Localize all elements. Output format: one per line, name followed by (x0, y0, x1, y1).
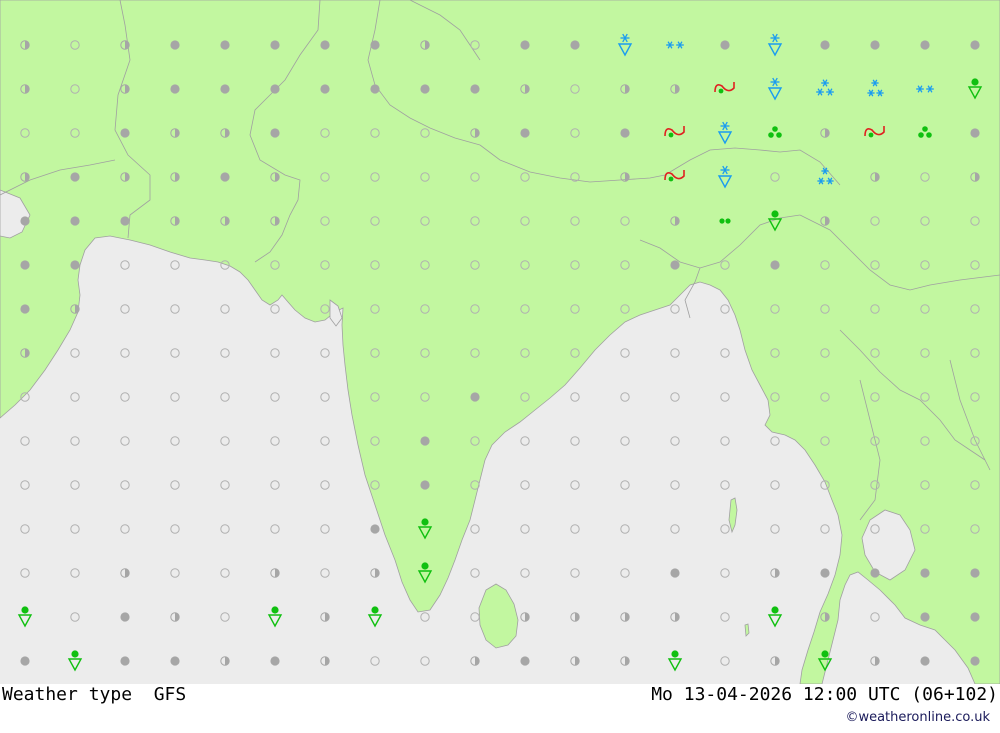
footer-bar: Weather type GFS Mo 13-04-2026 12:00 UTC… (0, 684, 1000, 733)
overcast-symbol (970, 568, 980, 578)
overcast-symbol (120, 216, 130, 226)
overcast-symbol (520, 128, 530, 138)
map-title: Weather type GFS (2, 684, 187, 705)
overcast-symbol (320, 84, 330, 94)
overcast-symbol (570, 40, 580, 50)
overcast-symbol (70, 172, 80, 182)
overcast-symbol (320, 40, 330, 50)
overcast-symbol (20, 656, 30, 666)
overcast-symbol (820, 568, 830, 578)
overcast-symbol (820, 40, 830, 50)
overcast-symbol (220, 84, 230, 94)
overcast-symbol (120, 612, 130, 622)
overcast-symbol (470, 84, 480, 94)
overcast-symbol (920, 656, 930, 666)
overcast-symbol (970, 40, 980, 50)
overcast-symbol (170, 656, 180, 666)
overcast-symbol (270, 84, 280, 94)
overcast-symbol (120, 128, 130, 138)
overcast-symbol (20, 216, 30, 226)
overcast-symbol (920, 40, 930, 50)
overcast-symbol (220, 40, 230, 50)
weather-map (0, 0, 1000, 684)
overcast-symbol (920, 568, 930, 578)
overcast-symbol (270, 128, 280, 138)
overcast-symbol (420, 436, 430, 446)
credit-link[interactable]: ©weatheronline.co.uk (845, 710, 990, 725)
overcast-symbol (520, 656, 530, 666)
overcast-symbol (370, 84, 380, 94)
overcast-symbol (870, 40, 880, 50)
overcast-symbol (770, 260, 780, 270)
overcast-symbol (370, 40, 380, 50)
overcast-symbol (670, 260, 680, 270)
overcast-symbol (870, 568, 880, 578)
overcast-symbol (970, 128, 980, 138)
overcast-symbol (970, 612, 980, 622)
overcast-symbol (220, 172, 230, 182)
overcast-symbol (420, 84, 430, 94)
overcast-symbol (20, 260, 30, 270)
overcast-symbol (70, 260, 80, 270)
overcast-symbol (420, 480, 430, 490)
overcast-symbol (670, 568, 680, 578)
forecast-datetime: Mo 13-04-2026 12:00 UTC (06+102) (651, 684, 998, 705)
overcast-symbol (920, 612, 930, 622)
overcast-symbol (970, 656, 980, 666)
overcast-symbol (520, 40, 530, 50)
overcast-symbol (120, 656, 130, 666)
overcast-symbol (720, 40, 730, 50)
overcast-symbol (70, 216, 80, 226)
overcast-symbol (370, 524, 380, 534)
overcast-symbol (270, 656, 280, 666)
overcast-symbol (620, 128, 630, 138)
overcast-symbol (170, 40, 180, 50)
overcast-symbol (170, 84, 180, 94)
overcast-symbol (20, 304, 30, 314)
overcast-symbol (270, 40, 280, 50)
overcast-symbol (470, 392, 480, 402)
